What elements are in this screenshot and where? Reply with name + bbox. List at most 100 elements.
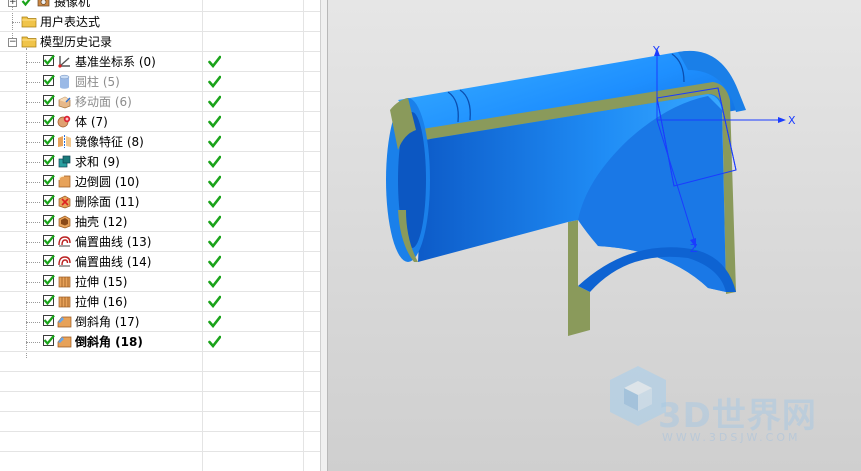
tree-row-label: 基准坐标系 (0) <box>75 55 156 69</box>
empty-row <box>0 392 320 412</box>
column-divider <box>303 172 304 191</box>
column-divider <box>303 212 304 231</box>
expand-icon[interactable]: + <box>8 0 17 7</box>
column-divider <box>202 252 203 271</box>
column-divider <box>202 52 203 71</box>
tree-row-label: 体 (7) <box>75 115 108 129</box>
tree-row-feat-13[interactable]: 偏置曲线 (13) <box>0 232 320 252</box>
feature-checkbox[interactable] <box>43 54 55 66</box>
column-divider <box>202 452 203 471</box>
extrude-icon <box>57 274 72 289</box>
tree-connector <box>26 302 40 303</box>
column-divider <box>303 52 304 71</box>
tree-connector <box>26 82 40 83</box>
axis-y-label: Y <box>652 44 660 57</box>
tree-row-history[interactable]: − 模型历史记录 <box>0 32 320 52</box>
feature-checkbox[interactable] <box>43 214 55 226</box>
tree-row-feat-15[interactable]: 拉伸 (15) <box>0 272 320 292</box>
tree-row-feat-12[interactable]: 抽壳 (12) <box>0 212 320 232</box>
tree-connector <box>26 122 40 123</box>
tree-row-feat-6[interactable]: 移动面 (6) <box>0 92 320 112</box>
tree-row-label: 偏置曲线 (13) <box>75 235 152 249</box>
feature-checkbox[interactable] <box>43 94 55 106</box>
column-divider <box>303 72 304 91</box>
column-divider <box>303 12 304 31</box>
tree-row-label: 边倒圆 (10) <box>75 175 140 189</box>
up-to-date-check-icon <box>208 95 222 109</box>
tree-row-feat-0[interactable]: 基准坐标系 (0) <box>0 52 320 72</box>
feature-checkbox[interactable] <box>43 174 55 186</box>
column-divider <box>202 32 203 51</box>
column-divider <box>303 0 304 11</box>
column-divider <box>202 212 203 231</box>
feature-checkbox[interactable] <box>43 294 55 306</box>
graphics-viewport[interactable]: Y X Z 3D世界网 WWW.3DSJW.COM <box>328 0 861 471</box>
tree-row-label: 模型历史记录 <box>40 35 113 49</box>
up-to-date-check-icon <box>208 295 222 309</box>
tree-row-feat-17[interactable]: 倒斜角 (17) <box>0 312 320 332</box>
column-divider <box>202 132 203 151</box>
column-divider <box>202 192 203 211</box>
feature-checkbox[interactable] <box>43 254 55 266</box>
tree-row-feat-10[interactable]: 边倒圆 (10) <box>0 172 320 192</box>
column-divider <box>202 372 203 391</box>
feature-checkbox[interactable] <box>43 74 55 86</box>
tree-row-label: 偏置曲线 (14) <box>75 255 152 269</box>
tree-row-feat-14[interactable]: 偏置曲线 (14) <box>0 252 320 272</box>
tree-row-feat-8[interactable]: 镜像特征 (8) <box>0 132 320 152</box>
up-to-date-check-icon <box>208 115 222 129</box>
cylinder-icon <box>57 74 72 89</box>
column-divider <box>202 272 203 291</box>
tree-connector <box>26 162 40 163</box>
tree-row-feat-11[interactable]: 删除面 (11) <box>0 192 320 212</box>
offset-curve-icon <box>57 234 72 249</box>
feature-checkbox[interactable] <box>43 334 55 346</box>
tree-row-feat-5[interactable]: 圆柱 (5) <box>0 72 320 92</box>
panel-splitter[interactable] <box>320 0 328 471</box>
up-to-date-check-icon <box>208 335 222 349</box>
feature-checkbox[interactable] <box>43 274 55 286</box>
column-divider <box>202 92 203 111</box>
empty-row <box>0 372 320 392</box>
column-divider <box>202 0 203 11</box>
column-divider <box>202 432 203 451</box>
feature-checkbox[interactable] <box>43 194 55 206</box>
tree-row-label: 拉伸 (16) <box>75 295 128 309</box>
column-divider <box>303 372 304 391</box>
column-divider <box>303 312 304 331</box>
tree-connector <box>26 262 40 263</box>
column-divider <box>202 232 203 251</box>
chamfer-icon <box>57 314 72 329</box>
up-to-date-check-icon <box>208 315 222 329</box>
column-divider <box>303 392 304 411</box>
column-divider <box>202 72 203 91</box>
tree-row-label: 倒斜角 (18) <box>75 335 143 349</box>
up-to-date-check-icon <box>208 215 222 229</box>
visible-check-icon[interactable] <box>21 0 33 10</box>
column-divider <box>303 112 304 131</box>
feature-checkbox[interactable] <box>43 234 55 246</box>
tree-row-feat-16[interactable]: 拉伸 (16) <box>0 292 320 312</box>
up-to-date-check-icon <box>208 155 222 169</box>
tree-connector <box>26 242 40 243</box>
feature-checkbox[interactable] <box>43 154 55 166</box>
tree-row-feat-9[interactable]: 求和 (9) <box>0 152 320 172</box>
tree-row-label: 倒斜角 (17) <box>75 315 140 329</box>
watermark-text: 3D世界网 <box>658 396 817 436</box>
feature-checkbox[interactable] <box>43 314 55 326</box>
collapse-icon[interactable]: − <box>8 38 17 47</box>
up-to-date-check-icon <box>208 235 222 249</box>
column-divider <box>303 452 304 471</box>
tree-row-camera[interactable]: + 摄像机 <box>0 0 320 12</box>
axis-z-label: Z <box>690 242 698 255</box>
tree-row-user-expr[interactable]: 用户表达式 <box>0 12 320 32</box>
tree-connector <box>26 202 40 203</box>
feature-checkbox[interactable] <box>43 134 55 146</box>
feature-checkbox[interactable] <box>43 114 55 126</box>
tree-connector <box>26 102 40 103</box>
delete-face-icon <box>57 194 72 209</box>
tree-row-feat-7[interactable]: 体 (7) <box>0 112 320 132</box>
axis-x-label: X <box>788 114 796 127</box>
unite-icon <box>57 154 72 169</box>
tree-row-feat-18[interactable]: 倒斜角 (18) <box>0 332 320 352</box>
